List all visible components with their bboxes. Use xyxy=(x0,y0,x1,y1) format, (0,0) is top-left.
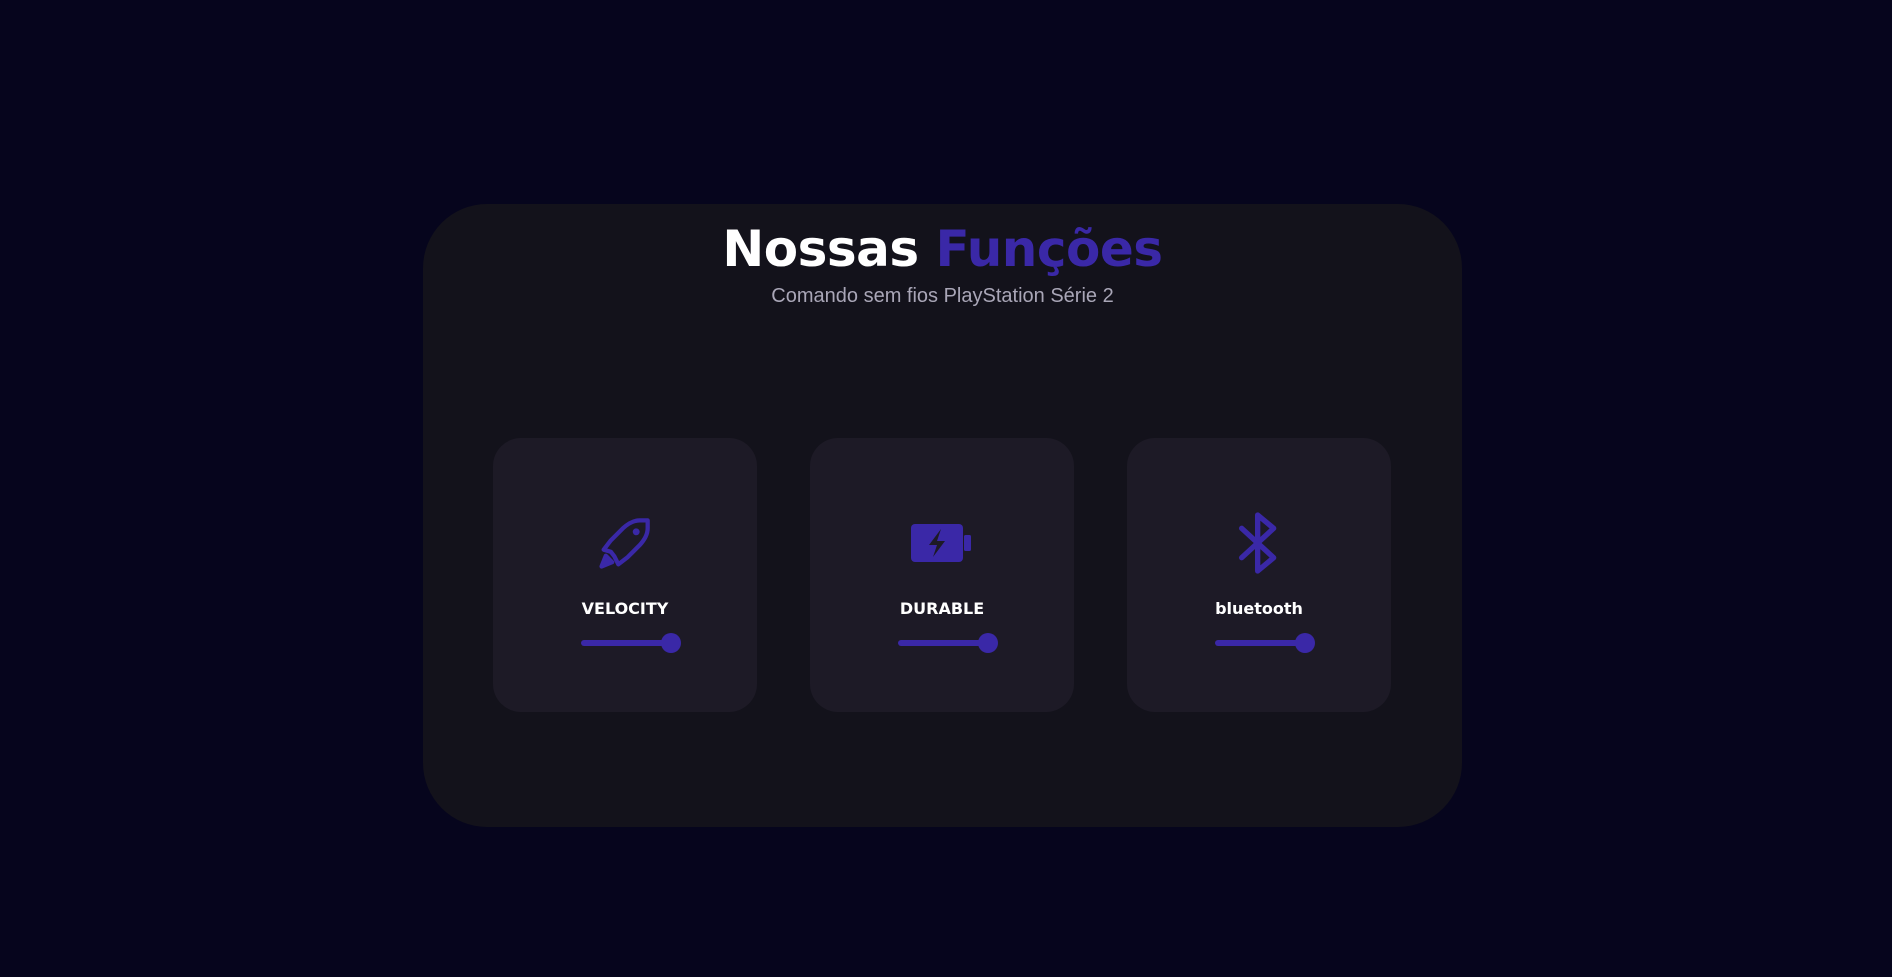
feature-card-durable: DURABLE xyxy=(810,438,1074,712)
feature-card-velocity: VELOCITY xyxy=(493,438,757,712)
features-panel: Nossas Funções Comando sem fios PlayStat… xyxy=(423,204,1462,827)
page-subtitle: Comando sem fios PlayStation Série 2 xyxy=(771,285,1114,307)
feature-label: bluetooth xyxy=(1215,599,1303,618)
battery-charging-icon xyxy=(810,512,1074,574)
bluetooth-slider[interactable] xyxy=(1215,633,1315,653)
slider-track xyxy=(581,640,671,646)
slider-track xyxy=(898,640,988,646)
slider-track xyxy=(1215,640,1305,646)
velocity-slider[interactable] xyxy=(581,633,681,653)
slider-thumb[interactable] xyxy=(1295,633,1315,653)
feature-label: DURABLE xyxy=(899,599,985,618)
page-title: Nossas Funções xyxy=(423,214,1462,284)
slider-thumb[interactable] xyxy=(978,633,998,653)
title-word-funcoes: Funções xyxy=(935,220,1164,278)
feature-card-bluetooth: bluetooth xyxy=(1127,438,1391,712)
feature-label: VELOCITY xyxy=(581,599,669,618)
durable-slider[interactable] xyxy=(898,633,998,653)
title-word-nossas: Nossas xyxy=(722,220,919,278)
slider-thumb[interactable] xyxy=(661,633,681,653)
bluetooth-icon xyxy=(1127,512,1391,574)
rocket-icon xyxy=(493,512,757,574)
feature-cards: VELOCITY DURABLE bluetooth xyxy=(493,438,1392,712)
